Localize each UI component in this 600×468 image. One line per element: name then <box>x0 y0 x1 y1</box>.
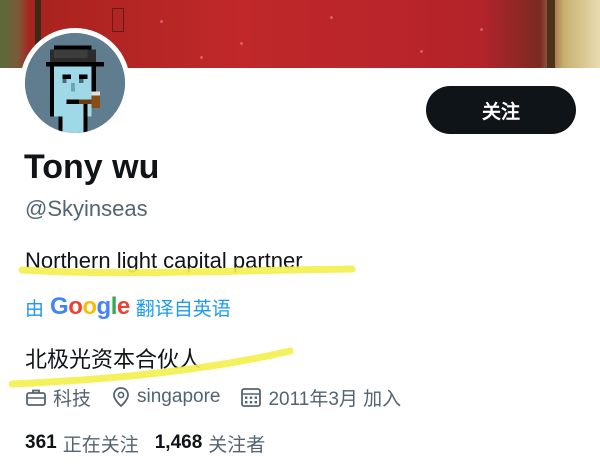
meta-joined: 2011年3月 加入 <box>240 384 401 411</box>
following-label: 正在关注 <box>62 434 139 456</box>
translated-bio-text: 北极光资本合伙人 <box>25 347 202 372</box>
translate-link[interactable]: 由 Google 翻译自英语 <box>25 293 231 320</box>
briefcase-icon <box>26 389 46 406</box>
meta-location: singapore <box>111 386 220 408</box>
following-link[interactable]: 361 正在关注 <box>25 430 139 457</box>
meta-category-label: 科技 <box>53 388 92 410</box>
banner-speck <box>480 28 483 31</box>
banner-speck <box>330 16 333 19</box>
meta-category: 科技 <box>25 384 91 411</box>
pixel-punk-avatar-icon <box>25 33 125 133</box>
follow-stats: 361 正在关注 1,468 关注者 <box>25 430 281 456</box>
banner-stamp <box>112 8 124 32</box>
avatar-image <box>25 33 125 133</box>
meta-joined-label: 2011年3月 加入 <box>268 388 402 410</box>
banner-speck <box>420 50 423 53</box>
display-name: Tony wu <box>24 148 160 186</box>
meta-location-label: singapore <box>137 386 221 407</box>
following-count: 361 <box>25 432 57 453</box>
followers-count: 1,468 <box>154 432 203 453</box>
followers-label: 关注者 <box>208 434 266 456</box>
google-logo: Google <box>50 293 130 320</box>
location-pin-icon <box>113 387 129 408</box>
translate-prefix: 由 <box>25 298 45 320</box>
banner-speck <box>240 42 243 45</box>
banner-speck <box>200 56 203 59</box>
banner-speck <box>160 20 163 23</box>
follow-button[interactable]: 关注 <box>426 86 576 134</box>
followers-link[interactable]: 1,468 关注者 <box>155 430 266 457</box>
user-handle: @Skyinseas <box>25 196 148 221</box>
profile-meta: 科技 singapore 2011年3月 加入 <box>25 384 421 410</box>
avatar[interactable] <box>20 28 130 138</box>
bio-text: Northern light capital partner <box>25 248 303 273</box>
translate-suffix: 翻译自英语 <box>135 298 231 320</box>
calendar-icon <box>241 388 262 407</box>
